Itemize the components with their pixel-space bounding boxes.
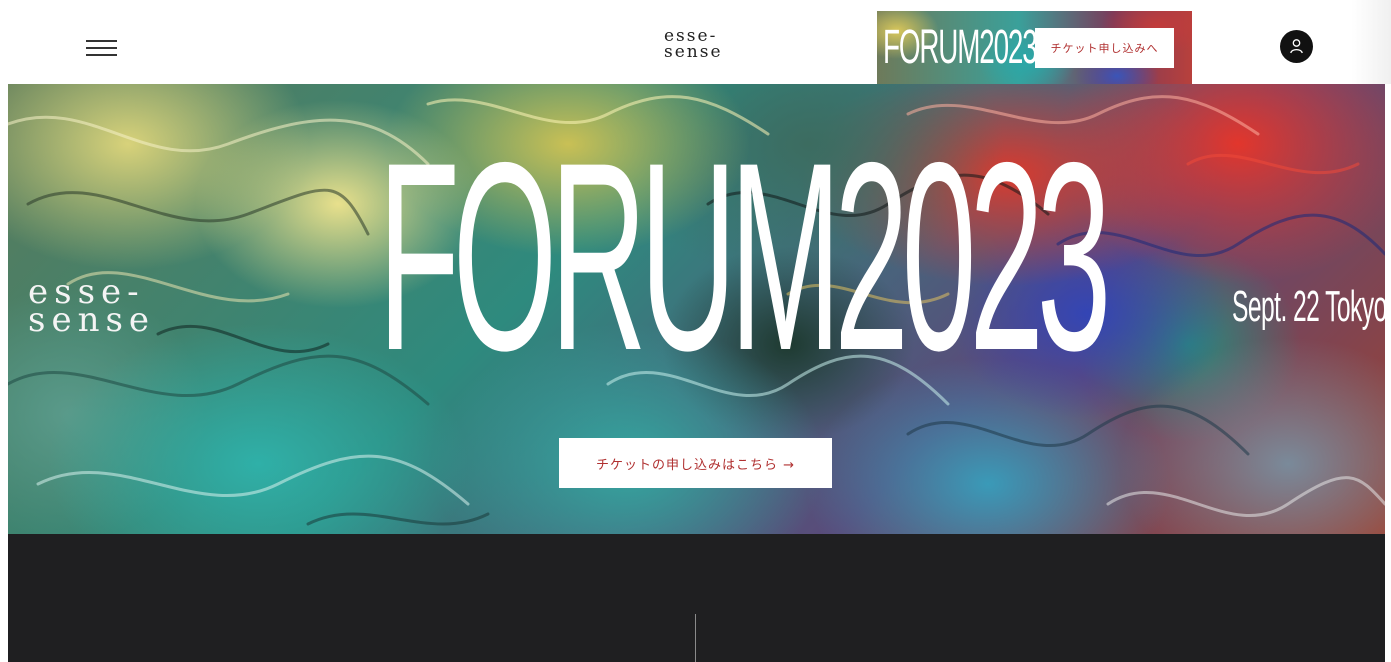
header-edge-shade bbox=[1351, 0, 1391, 84]
forum-banner[interactable]: FORUM2023 チケット申し込みへ bbox=[877, 11, 1192, 84]
hero-title: FORUM2023 bbox=[378, 106, 1111, 406]
ticket-apply-button[interactable]: チケット申し込みへ bbox=[1035, 28, 1174, 68]
menu-bar bbox=[86, 47, 117, 49]
account-button[interactable] bbox=[1280, 30, 1313, 63]
vertical-divider bbox=[695, 614, 696, 662]
hamburger-menu-button[interactable] bbox=[82, 36, 122, 62]
banner-title: FORUM2023 bbox=[883, 21, 1038, 74]
site-header: esse- sense FORUM2023 チケット申し込みへ bbox=[0, 0, 1391, 84]
hero-logo-line-2: sense bbox=[28, 300, 156, 340]
site-logo-link[interactable]: esse- sense bbox=[664, 28, 744, 62]
event-date: Sept. 22 Tokyo bbox=[1232, 282, 1385, 331]
ticket-application-button[interactable]: チケットの申し込みはこちら → bbox=[559, 438, 832, 488]
hero-logo: esse- sense bbox=[28, 275, 156, 340]
logo-line-2: sense bbox=[664, 42, 723, 62]
menu-bar bbox=[86, 54, 117, 56]
hero-section: esse- sense FORUM2023 Sept. 22 Tokyo チケッ… bbox=[8, 84, 1385, 534]
user-icon bbox=[1290, 39, 1303, 54]
content-section bbox=[8, 534, 1385, 662]
menu-bar bbox=[86, 40, 117, 42]
